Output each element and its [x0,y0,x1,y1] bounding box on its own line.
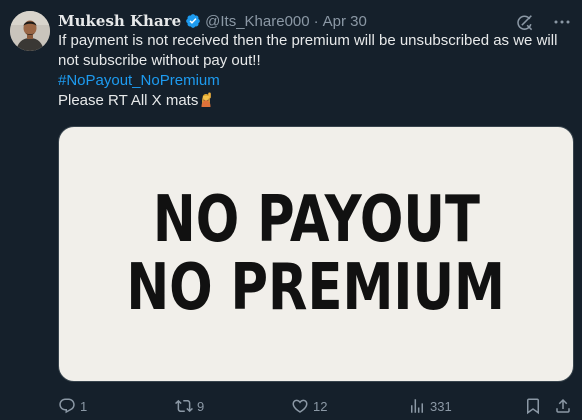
post-date[interactable]: Apr 30 [323,13,367,30]
views-count: 331 [430,398,452,414]
bookmark-button[interactable] [524,396,542,416]
action-bar: 1 9 12 331 [58,396,574,416]
reply-icon [59,398,75,414]
more-options-icon[interactable] [552,12,572,32]
sign-image-content: NO PAYOUT NO PREMIUM [59,127,573,381]
top-right-actions [514,12,572,32]
separator-dot: · [313,12,319,30]
like-count: 12 [313,398,328,414]
tweet-body: If payment is not received then the prem… [58,32,558,69]
author-name[interactable]: Mukesh Khare [58,12,181,30]
sign-text-line-2: NO PREMIUM [126,251,506,325]
hashtag-link[interactable]: #NoPayout_NoPremium [58,72,220,89]
avatar-image [10,11,50,51]
share-button[interactable] [554,396,572,416]
share-icon [556,398,570,413]
avatar[interactable] [10,11,50,51]
views-button[interactable]: 331 [408,396,452,416]
reply-button[interactable]: 1 [58,396,87,416]
author-handle[interactable]: @Its_Khare000 [205,13,309,30]
bookmark-icon [527,398,539,415]
tweet-closing-line: Please RT All X mats [58,92,199,109]
grok-icon[interactable] [514,12,534,32]
verified-badge-icon [185,13,201,29]
reply-count: 1 [80,398,88,414]
heart-icon [292,399,308,413]
tweet-text: If payment is not received then the prem… [58,31,574,111]
tweet-header: Mukesh Khare @Its_Khare000 · Apr 30 [58,11,367,31]
raising-hand-emoji-icon [199,91,213,107]
views-chart-icon [411,399,423,413]
repost-button[interactable]: 9 [175,396,204,416]
repost-icon [175,399,193,413]
tweet: Mukesh Khare @Its_Khare000 · Apr 30 If p… [0,0,582,420]
media-image[interactable]: NO PAYOUT NO PREMIUM [58,126,574,382]
sign-text-line-1: NO PAYOUT [152,183,480,257]
repost-count: 9 [197,398,205,414]
like-button[interactable]: 12 [291,396,327,416]
